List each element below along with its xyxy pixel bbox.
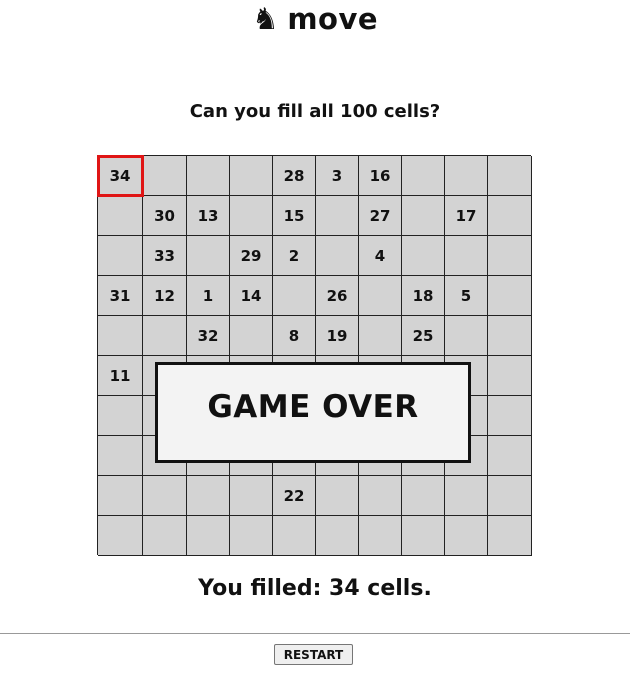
board-cell[interactable] bbox=[98, 196, 143, 236]
board-cell[interactable] bbox=[488, 396, 532, 436]
board-cell[interactable]: 30 bbox=[143, 196, 187, 236]
board-cell[interactable] bbox=[98, 396, 143, 436]
board-cell[interactable] bbox=[230, 476, 273, 516]
board-cell[interactable] bbox=[316, 516, 359, 556]
board-cell[interactable]: 32 bbox=[187, 316, 230, 356]
board-cell[interactable] bbox=[316, 476, 359, 516]
chess-knight-icon: ♞ bbox=[251, 2, 280, 37]
board-cell[interactable] bbox=[402, 196, 445, 236]
board-cell[interactable]: 19 bbox=[316, 316, 359, 356]
board-cell[interactable] bbox=[488, 156, 532, 196]
goal-prompt: Can you fill all 100 cells? bbox=[189, 101, 441, 122]
board-cell[interactable]: 31 bbox=[98, 276, 143, 316]
board-cell[interactable]: 11 bbox=[98, 356, 143, 396]
board-cell[interactable] bbox=[98, 436, 143, 476]
board-cell[interactable]: 26 bbox=[316, 276, 359, 316]
board-cell[interactable] bbox=[316, 236, 359, 276]
game-over-banner: GAME OVER bbox=[155, 362, 471, 463]
board-cell[interactable] bbox=[187, 236, 230, 276]
board-cell[interactable] bbox=[488, 276, 532, 316]
current-cell[interactable]: 34 bbox=[97, 155, 144, 197]
restart-button[interactable]: RESTART bbox=[274, 644, 353, 665]
board-cell[interactable] bbox=[445, 236, 488, 276]
board-cell[interactable] bbox=[143, 516, 187, 556]
board-cell[interactable]: 16 bbox=[359, 156, 402, 196]
board-cell[interactable]: 25 bbox=[402, 316, 445, 356]
board-cell[interactable]: 5 bbox=[445, 276, 488, 316]
board-cell[interactable]: 15 bbox=[273, 196, 316, 236]
app-title: ♞ move bbox=[0, 2, 630, 37]
board-cell[interactable]: 18 bbox=[402, 276, 445, 316]
board-cell[interactable] bbox=[445, 316, 488, 356]
board-cell[interactable] bbox=[359, 516, 402, 556]
board-cell[interactable] bbox=[143, 316, 187, 356]
board-cell[interactable]: 13 bbox=[187, 196, 230, 236]
board-cell[interactable] bbox=[98, 236, 143, 276]
divider bbox=[0, 633, 630, 634]
board-cell[interactable] bbox=[98, 316, 143, 356]
board-cell[interactable] bbox=[187, 156, 230, 196]
board-cell[interactable]: 29 bbox=[230, 236, 273, 276]
board-cell[interactable] bbox=[488, 196, 532, 236]
board-cell[interactable] bbox=[359, 316, 402, 356]
board-cell[interactable] bbox=[230, 516, 273, 556]
board-cell[interactable] bbox=[187, 476, 230, 516]
board-cell[interactable]: 3 bbox=[316, 156, 359, 196]
board-cell[interactable]: 14 bbox=[230, 276, 273, 316]
board-cell[interactable]: 2 bbox=[273, 236, 316, 276]
board-cell[interactable] bbox=[402, 236, 445, 276]
board-cell[interactable] bbox=[143, 476, 187, 516]
board-cell[interactable] bbox=[488, 516, 532, 556]
board-cell[interactable] bbox=[445, 476, 488, 516]
board-cell[interactable] bbox=[230, 196, 273, 236]
board-cell[interactable] bbox=[359, 476, 402, 516]
board-cell[interactable]: 8 bbox=[273, 316, 316, 356]
board-cell[interactable]: 1 bbox=[187, 276, 230, 316]
board-cell[interactable] bbox=[488, 436, 532, 476]
board-cell[interactable] bbox=[187, 516, 230, 556]
game-board: 34 28 3 16 30 13 15 27 17 33 29 2 4 31 12 1 14 26 18 5 32 8 19… bbox=[97, 155, 532, 556]
board-cell[interactable] bbox=[273, 276, 316, 316]
app-title-text: move bbox=[287, 2, 379, 36]
board-cell[interactable]: 22 bbox=[273, 476, 316, 516]
board-cell[interactable]: 17 bbox=[445, 196, 488, 236]
board-cell[interactable]: 12 bbox=[143, 276, 187, 316]
result-text: You filled: 34 cells. bbox=[198, 576, 432, 601]
board-cell[interactable] bbox=[445, 156, 488, 196]
board-cell[interactable]: 33 bbox=[143, 236, 187, 276]
board-cell[interactable]: 28 bbox=[273, 156, 316, 196]
board-cell[interactable] bbox=[488, 236, 532, 276]
board-cell[interactable] bbox=[402, 516, 445, 556]
board-cell[interactable] bbox=[316, 196, 359, 236]
board-cell[interactable] bbox=[98, 476, 143, 516]
board-cell[interactable] bbox=[273, 516, 316, 556]
board-cell[interactable] bbox=[143, 156, 187, 196]
board-cell[interactable] bbox=[98, 516, 143, 556]
board-cell[interactable] bbox=[488, 476, 532, 516]
board-cell[interactable] bbox=[230, 316, 273, 356]
board-cell[interactable] bbox=[230, 156, 273, 196]
board-cell[interactable]: 4 bbox=[359, 236, 402, 276]
board-cell[interactable] bbox=[402, 156, 445, 196]
board-cell[interactable] bbox=[488, 316, 532, 356]
board-cell[interactable] bbox=[359, 276, 402, 316]
board-cell[interactable]: 27 bbox=[359, 196, 402, 236]
board-cell[interactable] bbox=[445, 516, 488, 556]
board-cell[interactable] bbox=[488, 356, 532, 396]
board-cell[interactable] bbox=[402, 476, 445, 516]
